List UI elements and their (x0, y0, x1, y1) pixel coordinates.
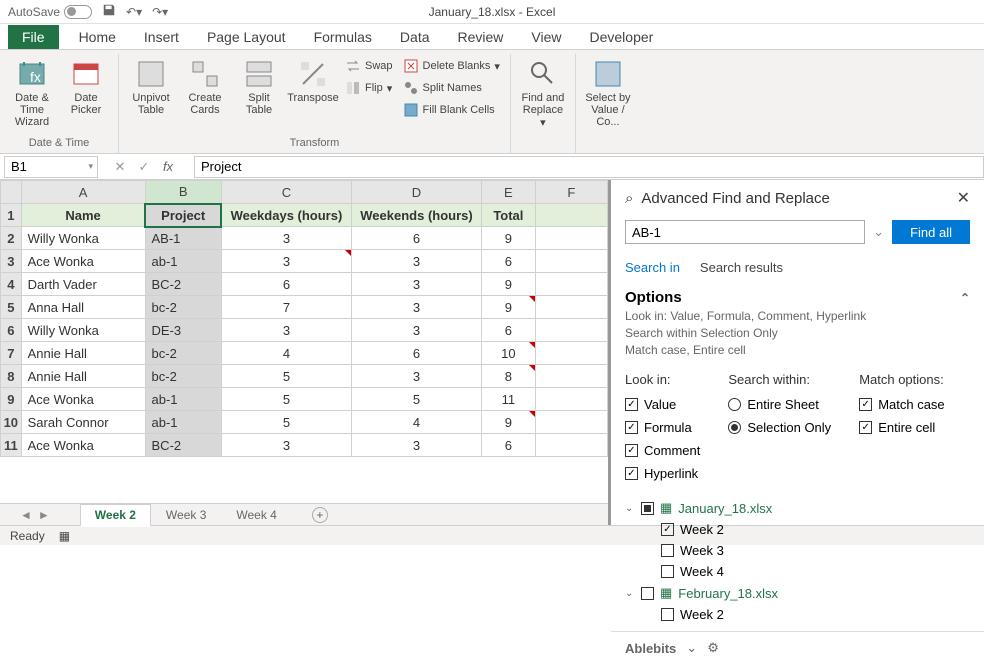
autosave-toggle[interactable]: AutoSave (8, 5, 92, 19)
options-summary: Look in: Value, Formula, Comment, Hyperl… (611, 308, 984, 362)
flip-button[interactable]: Flip ▾ (341, 78, 397, 98)
chevron-down-icon[interactable]: ⌄ (873, 224, 884, 240)
find-replace-pane: ⌕ Advanced Find and Replace ✕ ⌄ Find all… (608, 180, 984, 525)
sheet-tab-week-3[interactable]: Week 3 (151, 504, 221, 525)
gear-icon[interactable]: ⚙ (707, 640, 719, 656)
pane-title: Advanced Find and Replace (641, 190, 829, 207)
redo-icon[interactable]: ↷▾ (152, 5, 168, 19)
chk-formula[interactable]: ✓Formula (625, 420, 700, 435)
cancel-icon[interactable]: ✕ (108, 159, 132, 175)
menu-insert[interactable]: Insert (130, 27, 193, 47)
menu-data[interactable]: Data (386, 27, 444, 47)
chk-comment[interactable]: ✓Comment (625, 443, 700, 458)
label: Date Picker (62, 92, 110, 116)
col-E[interactable]: E (482, 181, 536, 204)
find-replace-button[interactable]: Find and Replace ▾ (517, 56, 569, 131)
menu-developer[interactable]: Developer (576, 27, 668, 47)
col-F[interactable]: F (535, 181, 607, 204)
new-sheet-button[interactable]: + (312, 507, 328, 523)
chk-match-case[interactable]: ✓Match case (859, 397, 944, 412)
date-picker-button[interactable]: Date Picker (60, 56, 112, 118)
menu-formulas[interactable]: Formulas (300, 27, 386, 47)
ribbon: fx Date & Time Wizard Date Picker Date &… (0, 50, 984, 154)
spreadsheet-grid[interactable]: A B C D E F 1 Name Project Weekdays (hou… (0, 180, 608, 503)
chk-entire-cell[interactable]: ✓Entire cell (859, 420, 944, 435)
titlebar: AutoSave ↶▾ ↷▾ January_18.xlsx - Excel (0, 0, 984, 24)
footer-brand: Ablebits (625, 641, 676, 656)
chevron-up-icon[interactable]: ⌃ (960, 291, 970, 305)
split-table-button[interactable]: Split Table (233, 56, 285, 118)
menu-home[interactable]: Home (65, 27, 130, 47)
split-names-button[interactable]: Split Names (399, 78, 504, 98)
sheet-tab-week-2[interactable]: Week 2 (80, 504, 151, 527)
transpose-button[interactable]: Transpose (287, 56, 339, 106)
sheet-tab-week-4[interactable]: Week 4 (221, 504, 291, 525)
col-D[interactable]: D (351, 181, 481, 204)
chevron-down-icon[interactable]: ⌄ (686, 640, 697, 656)
tab-search-results[interactable]: Search results (700, 260, 783, 275)
name-box[interactable]: B1 (4, 156, 98, 178)
tree-sheet[interactable]: Week 4 (625, 561, 970, 582)
tab-nav-next[interactable]: ► (38, 508, 50, 522)
status-ready: Ready (10, 529, 45, 543)
sheet-tabs: ◄ ► Week 2Week 3Week 4 + (0, 503, 608, 525)
autosave-label: AutoSave (8, 5, 60, 19)
magnifier-icon: ⌕ (625, 190, 633, 207)
cell-B1[interactable]: Project (145, 204, 221, 227)
rad-entire-sheet[interactable]: Entire Sheet (728, 397, 831, 412)
col-C[interactable]: C (221, 181, 351, 204)
formula-input[interactable] (194, 156, 984, 178)
label: Date & Time Wizard (8, 92, 56, 128)
menu-page-layout[interactable]: Page Layout (193, 27, 300, 47)
tab-search-in[interactable]: Search in (625, 260, 680, 275)
chk-value[interactable]: ✓Value (625, 397, 700, 412)
unpivot-button[interactable]: Unpivot Table (125, 56, 177, 118)
document-title: January_18.xlsx - Excel (429, 5, 556, 19)
options-header: Options (625, 289, 682, 306)
rad-selection-only[interactable]: Selection Only (728, 420, 831, 435)
tree-sheet[interactable]: Week 2 (625, 604, 970, 625)
tree-file[interactable]: ⌄ ▦ January_18.xlsx (625, 497, 970, 519)
quick-access-toolbar: ↶▾ ↷▾ (102, 3, 168, 20)
menu-review[interactable]: Review (444, 27, 518, 47)
macro-record-icon[interactable]: ▦ (59, 529, 70, 543)
close-icon[interactable]: ✕ (957, 188, 970, 208)
delete-blanks-button[interactable]: Delete Blanks ▾ (399, 56, 504, 76)
date-time-wizard-button[interactable]: fx Date & Time Wizard (6, 56, 58, 130)
swap-button[interactable]: Swap (341, 56, 397, 76)
formula-bar: B1 ✕ ✓ fx (0, 154, 984, 180)
workbook-tree: ⌄ ▦ January_18.xlsx✓ Week 2 Week 3 Week … (611, 491, 984, 631)
main-menu: File HomeInsertPage LayoutFormulasDataRe… (0, 24, 984, 50)
menu-view[interactable]: View (517, 27, 575, 47)
group-label: Transform (125, 135, 504, 153)
select-by-value-button[interactable]: Select by Value / Co... (582, 56, 634, 130)
svg-text:fx: fx (30, 69, 41, 85)
tab-nav-prev[interactable]: ◄ (20, 508, 32, 522)
group-label: Date & Time (6, 135, 112, 153)
search-input[interactable] (625, 220, 865, 244)
save-icon[interactable] (102, 3, 116, 20)
col-B[interactable]: B (145, 181, 221, 204)
create-cards-button[interactable]: Create Cards (179, 56, 231, 118)
find-all-button[interactable]: Find all (892, 220, 970, 244)
menu-file[interactable]: File (8, 25, 59, 49)
fx-icon[interactable]: fx (156, 159, 180, 174)
col-A[interactable]: A (21, 181, 145, 204)
enter-icon[interactable]: ✓ (132, 159, 156, 175)
undo-icon[interactable]: ↶▾ (126, 5, 142, 19)
fill-blank-cells-button[interactable]: Fill Blank Cells (399, 100, 504, 120)
tree-sheet[interactable]: ✓ Week 2 (625, 519, 970, 540)
tree-file[interactable]: ⌄ ▦ February_18.xlsx (625, 582, 970, 604)
tree-sheet[interactable]: Week 3 (625, 540, 970, 561)
chk-hyperlink[interactable]: ✓Hyperlink (625, 466, 700, 481)
